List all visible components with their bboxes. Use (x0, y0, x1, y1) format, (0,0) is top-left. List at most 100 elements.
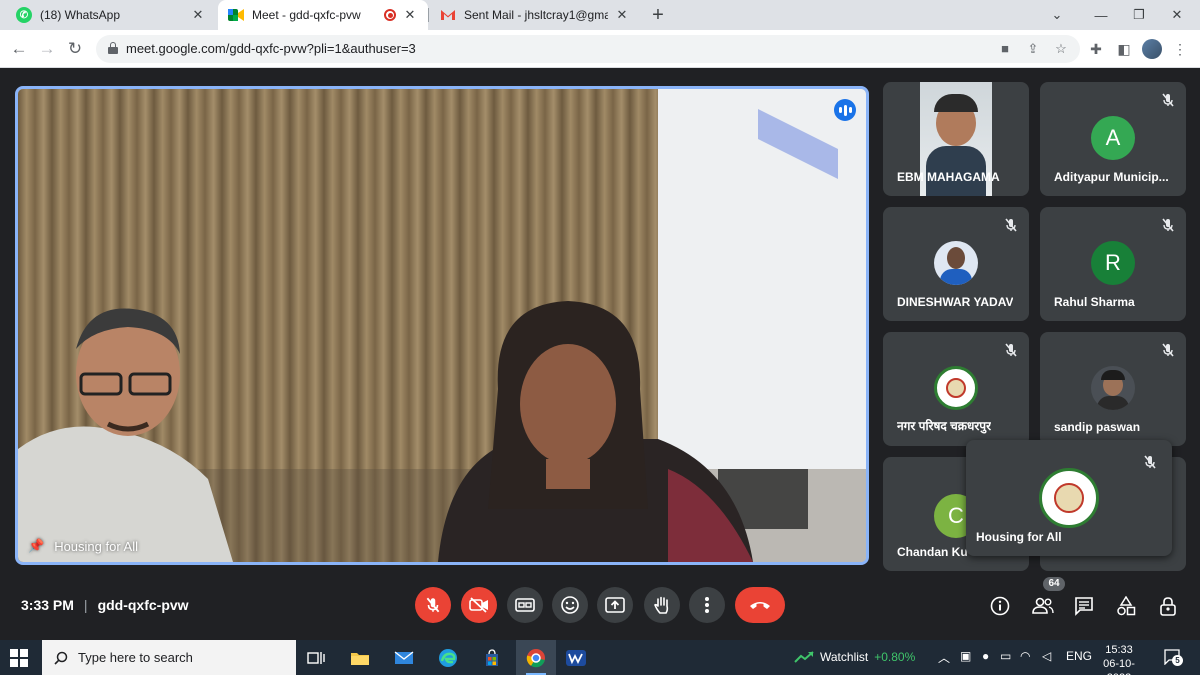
windows-start-icon[interactable] (10, 649, 28, 667)
participant-name: sandip paswan (1054, 420, 1141, 434)
chevron-up-icon[interactable]: ︿ (938, 649, 950, 666)
participant-name: Rahul Sharma (1054, 295, 1135, 309)
smiley-icon (561, 596, 579, 614)
share-icon[interactable]: ⇪ (1024, 40, 1042, 58)
close-tab-icon[interactable]: ✕ (190, 7, 206, 23)
participant-name: Chandan Ku (897, 545, 968, 559)
wifi-icon[interactable]: ◠ (1020, 649, 1030, 663)
browser-tab-strip: ✆ (18) WhatsApp ✕ Meet - gdd-qxfc-pvw ✕ … (0, 0, 1200, 30)
participant-tile[interactable]: A Adityapur Municip... (1040, 82, 1186, 196)
tab-search-chevron-icon[interactable]: ⌄ (1034, 0, 1080, 30)
url-text[interactable]: meet.google.com/gdd-qxfc-pvw?pli=1&authu… (126, 41, 416, 56)
mic-off-icon (1005, 218, 1017, 232)
participant-photo (934, 241, 978, 285)
mail-icon[interactable] (384, 640, 424, 675)
camera-toggle-button[interactable] (461, 587, 497, 623)
participant-tile[interactable]: R Rahul Sharma (1040, 207, 1186, 321)
close-tab-icon[interactable]: ✕ (402, 7, 418, 23)
meeting-separator: | (83, 597, 88, 613)
microphone-toggle-button[interactable] (415, 587, 451, 623)
mic-off-icon (426, 597, 440, 613)
taskbar-search-box[interactable]: Type here to search (42, 640, 296, 675)
tab-title: Meet - gdd-qxfc-pvw (252, 8, 361, 22)
tab-divider (428, 8, 429, 22)
language-indicator[interactable]: ENG (1066, 649, 1092, 663)
chrome-icon[interactable] (516, 640, 556, 675)
clock-time: 15:33 (1105, 644, 1133, 656)
participant-tile[interactable]: sandip paswan (1040, 332, 1186, 446)
participant-name: Housing for All (976, 530, 1062, 544)
camera-in-use-icon[interactable]: ■ (996, 40, 1014, 58)
government-emblem-logo (1039, 468, 1099, 528)
task-view-icon[interactable] (296, 640, 336, 675)
close-window-icon[interactable]: ✕ (1154, 0, 1200, 30)
participant-tile[interactable]: EBM MAHAGAMA (883, 82, 1029, 196)
windows-taskbar: Type here to search Watchlist +0.80% ︿ ▣… (0, 640, 1200, 675)
main-tile-name: Housing for All (54, 538, 139, 554)
host-controls-button[interactable] (1156, 594, 1180, 618)
notification-count: 5 (1172, 655, 1183, 666)
tab-google-meet[interactable]: Meet - gdd-qxfc-pvw ✕ (218, 0, 428, 30)
mic-off-icon (1162, 218, 1174, 232)
closed-captions-icon (515, 598, 535, 612)
reload-icon[interactable]: ↻ (64, 38, 86, 60)
activities-button[interactable] (1114, 594, 1138, 618)
wordweb-icon[interactable] (556, 640, 596, 675)
participant-hover-card[interactable]: Housing for All (966, 440, 1172, 556)
tab-whatsapp[interactable]: ✆ (18) WhatsApp ✕ (6, 0, 216, 30)
battery-icon[interactable]: ▭ (1000, 649, 1011, 663)
more-vertical-icon (705, 597, 709, 613)
more-options-button[interactable] (689, 587, 725, 623)
mic-off-icon (1162, 93, 1174, 107)
bookmark-star-icon[interactable]: ☆ (1052, 40, 1070, 58)
file-explorer-icon[interactable] (340, 640, 380, 675)
meeting-code[interactable]: gdd-qxfc-pvw (98, 597, 189, 613)
system-clock[interactable]: 15:33 06-10-2023 (1094, 643, 1144, 675)
people-button[interactable] (1030, 594, 1056, 618)
lock-icon[interactable] (108, 42, 118, 54)
volume-icon[interactable]: ◁ (1042, 649, 1051, 663)
info-icon (990, 596, 1010, 616)
camera-tray-icon[interactable]: ▣ (960, 649, 971, 663)
mic-off-icon (1162, 343, 1174, 357)
chat-button[interactable] (1072, 594, 1096, 618)
participant-name: EBM MAHAGAMA (897, 170, 1000, 184)
hang-up-icon (750, 602, 770, 609)
microsoft-store-icon[interactable] (472, 640, 512, 675)
speaking-indicator-icon (834, 99, 856, 121)
people-icon (1032, 597, 1054, 614)
forward-arrow-icon[interactable]: → (36, 38, 58, 60)
new-tab-button[interactable]: + (648, 4, 668, 26)
present-screen-button[interactable] (597, 587, 633, 623)
main-video-tile[interactable]: 📌 Housing for All (15, 86, 869, 565)
extensions-puzzle-icon[interactable]: ✚ (1086, 39, 1106, 59)
emoji-reaction-button[interactable] (552, 587, 588, 623)
microphone-tray-icon[interactable]: ● (982, 649, 989, 663)
mic-off-icon (1144, 455, 1156, 469)
back-arrow-icon[interactable]: ← (8, 38, 30, 60)
leave-call-button[interactable] (735, 587, 785, 623)
close-tab-icon[interactable]: ✕ (614, 7, 630, 23)
watchlist-widget[interactable]: Watchlist +0.80% (794, 650, 915, 664)
notifications-button[interactable]: 5 (1164, 649, 1183, 666)
pin-icon[interactable]: 📌 (28, 538, 44, 554)
tab-gmail[interactable]: Sent Mail - jhsltcray1@gmail.co ✕ (430, 0, 640, 30)
clock-date: 06-10-2023 (1103, 658, 1135, 675)
participant-name: Adityapur Municip... (1054, 170, 1169, 184)
side-panel-icon[interactable]: ◧ (1114, 39, 1134, 59)
tab-title: (18) WhatsApp (40, 8, 121, 22)
chrome-menu-icon[interactable]: ⋮ (1170, 39, 1190, 59)
meeting-time: 3:33 PM (21, 597, 74, 613)
participant-name: DINESHWAR YADAV (897, 295, 1014, 309)
gmail-icon (440, 7, 456, 23)
address-bar[interactable]: meet.google.com/gdd-qxfc-pvw?pli=1&authu… (96, 35, 1080, 63)
profile-avatar[interactable] (1142, 39, 1162, 59)
raise-hand-button[interactable] (644, 587, 680, 623)
participant-tile[interactable]: DINESHWAR YADAV (883, 207, 1029, 321)
participant-tile[interactable]: नगर परिषद चक्रधरपुर (883, 332, 1029, 446)
meeting-details-button[interactable] (988, 594, 1012, 618)
stock-trend-icon (794, 651, 814, 663)
captions-button[interactable] (507, 587, 543, 623)
participant-avatar: R (1091, 241, 1135, 285)
edge-browser-icon[interactable] (428, 640, 468, 675)
